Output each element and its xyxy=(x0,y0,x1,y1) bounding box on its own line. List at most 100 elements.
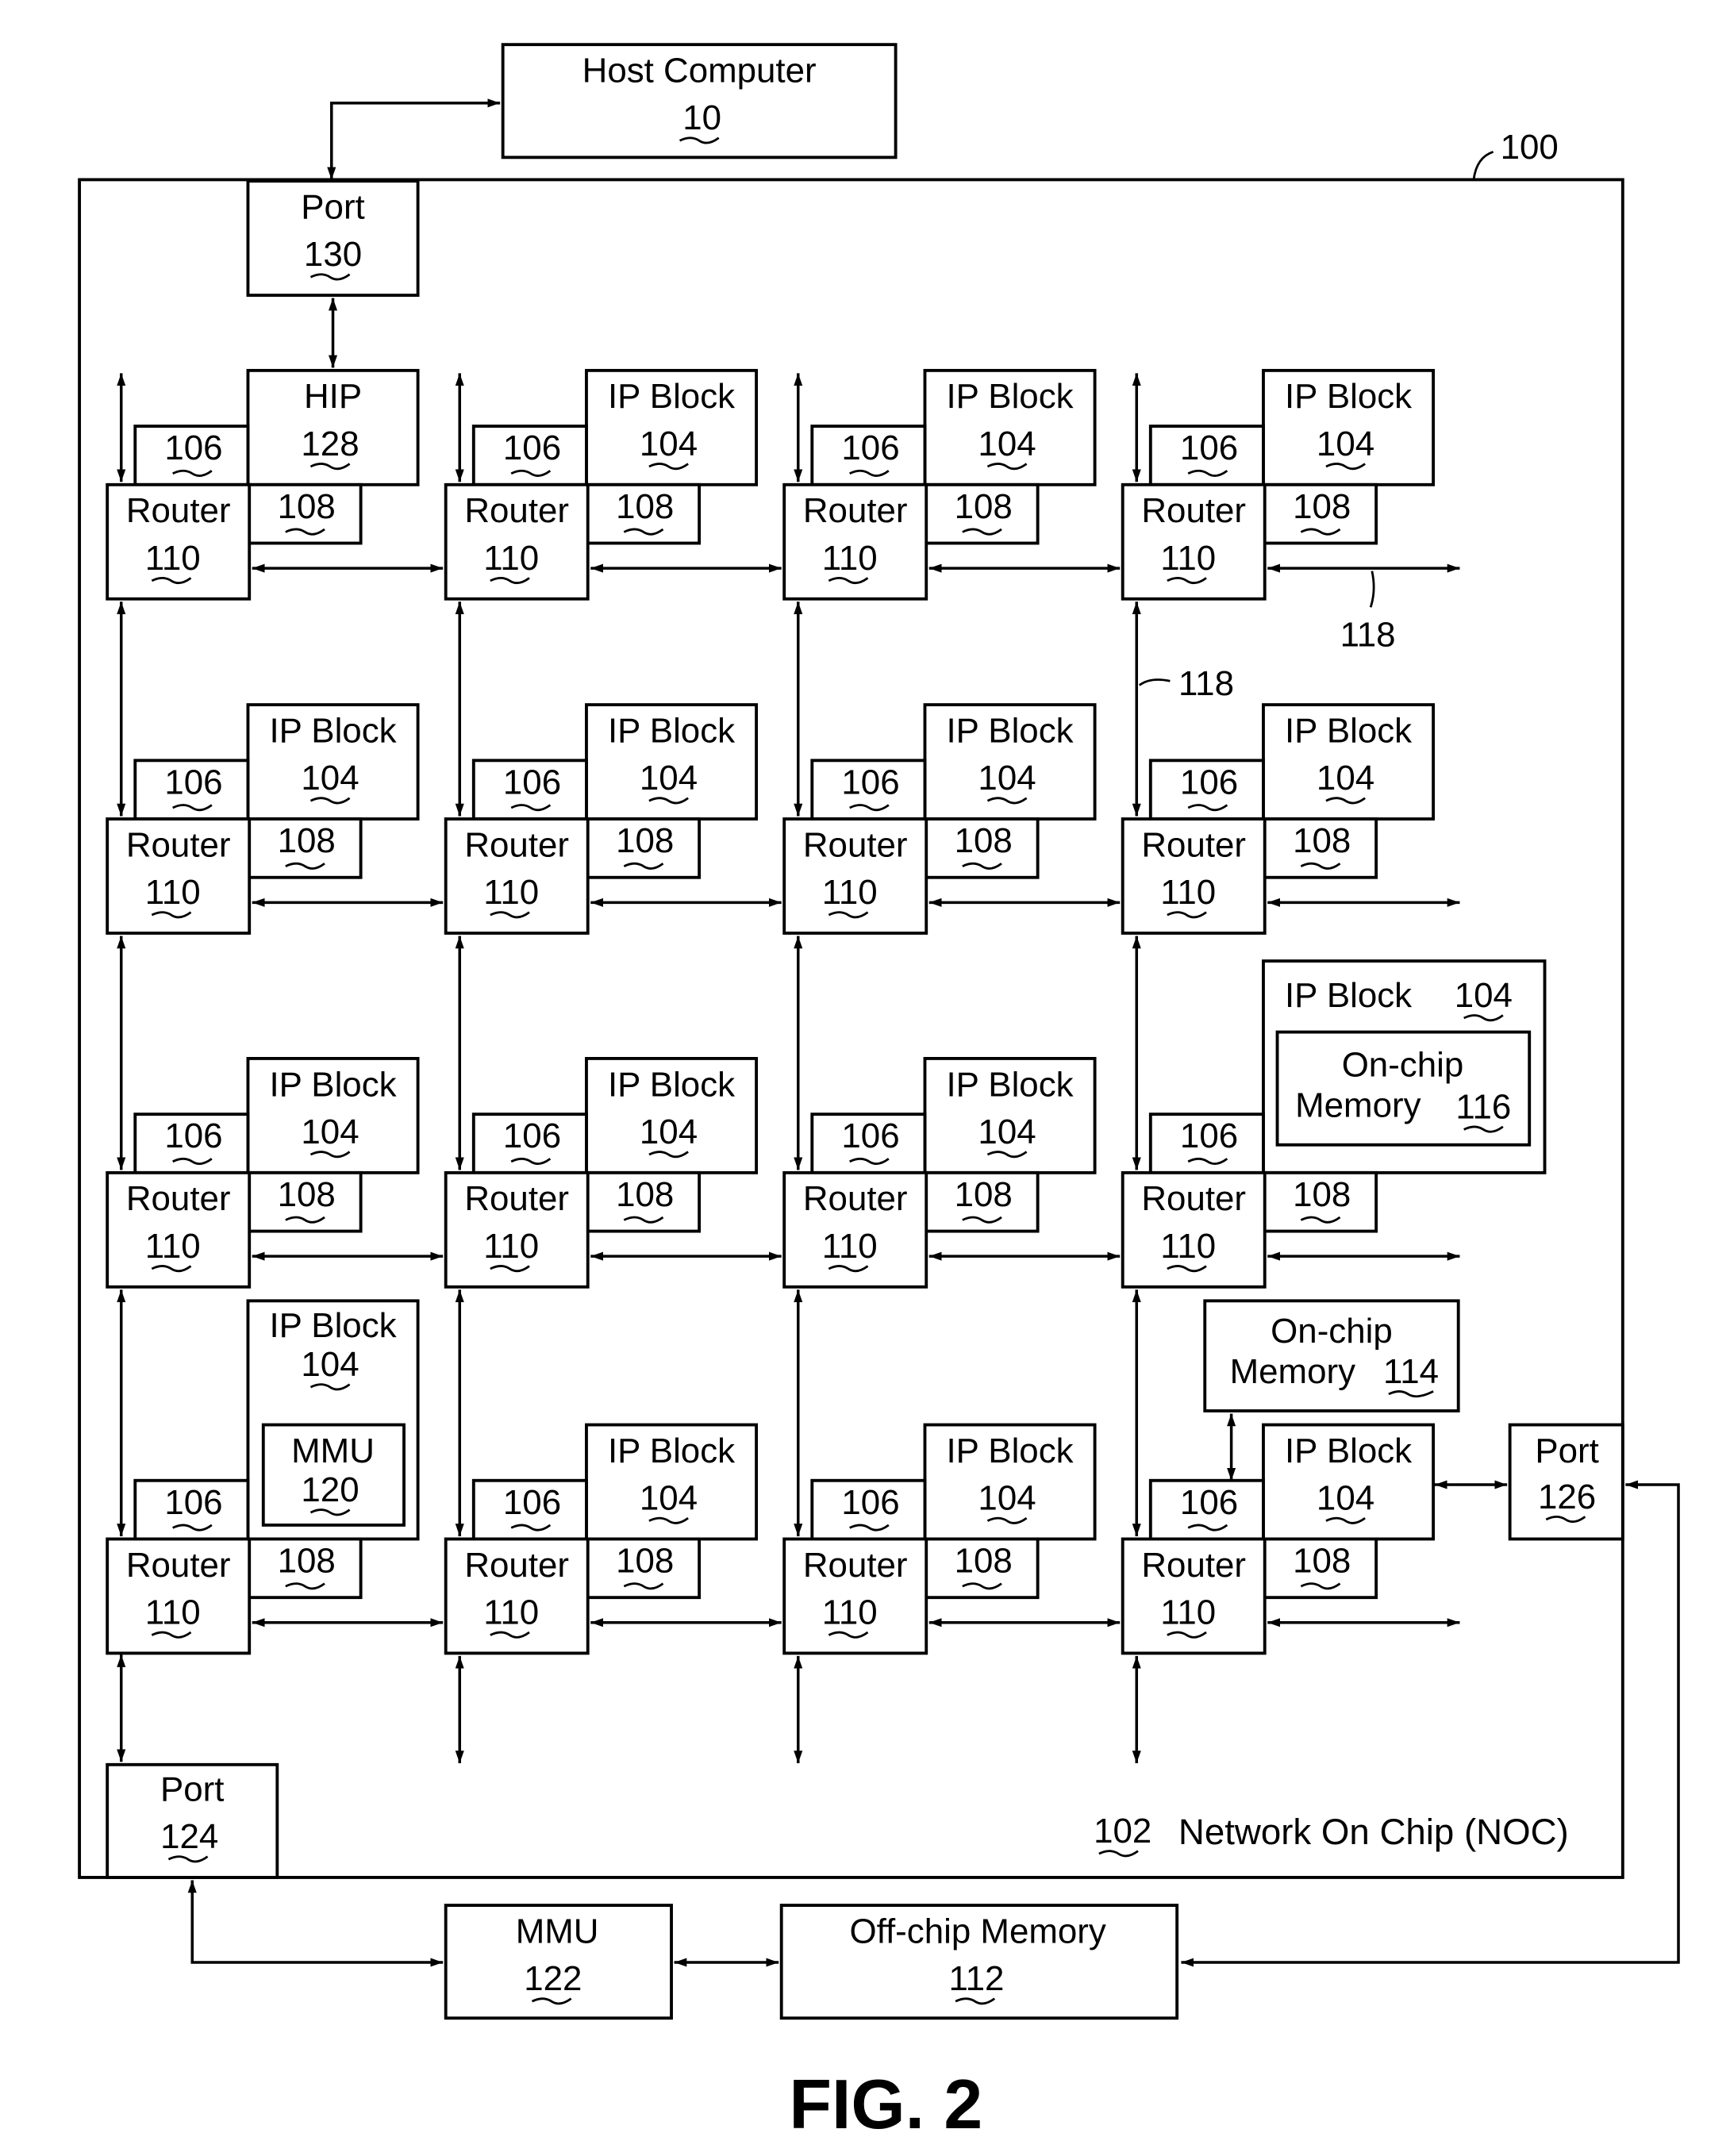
right-port-block: Port 126 xyxy=(1508,1423,1624,1541)
ip-block-label: IP Block xyxy=(946,1065,1073,1104)
memory-comm-ref: 106 xyxy=(841,763,899,801)
noc-ref: 102 xyxy=(1094,1812,1151,1850)
ip-block-label: IP Block xyxy=(608,1432,735,1470)
memory-comm-ref: 106 xyxy=(503,1483,561,1522)
memory-comm-ref: 106 xyxy=(1180,429,1238,467)
offchip-memory-block: Off-chip Memory 112 xyxy=(779,1904,1179,2020)
ip-block-ref: 104 xyxy=(1317,759,1374,797)
ip-block-ref: 104 xyxy=(978,425,1036,463)
onchip-114-line1: On-chip xyxy=(1271,1312,1393,1351)
offchip-memory-label: Off-chip Memory xyxy=(849,1912,1105,1950)
network-interface-ref: 108 xyxy=(616,1542,674,1581)
right-port-label: Port xyxy=(1535,1432,1598,1470)
noc-block-diagram: 100 Host Computer 10 Port 130 HIP 128 106 1… xyxy=(78,43,1680,2143)
ip-block-ref: 104 xyxy=(301,1345,359,1384)
port124-mmu-link xyxy=(187,1880,444,1967)
router-ref: 110 xyxy=(145,1227,201,1266)
router-label: Router xyxy=(126,1179,231,1218)
mmu-120-ref: 120 xyxy=(301,1470,359,1509)
router-label: Router xyxy=(1141,491,1246,530)
mem-port-label: Port xyxy=(160,1770,224,1808)
mmu-120-label: MMU xyxy=(291,1432,375,1470)
hip-ref: 128 xyxy=(301,425,359,463)
mem-port-ref: 124 xyxy=(160,1817,218,1856)
router-ref: 110 xyxy=(822,1593,878,1632)
ip-block-ref: 104 xyxy=(640,759,698,797)
external-mmu-ref: 122 xyxy=(524,1959,582,1998)
ip-block-ref: 104 xyxy=(640,1479,698,1518)
memory-comm-ref: 106 xyxy=(841,1483,899,1522)
memory-comm-ref: 106 xyxy=(1180,1483,1238,1522)
onchip-114-ref: 114 xyxy=(1383,1352,1439,1391)
network-interface-ref: 108 xyxy=(1293,1175,1351,1214)
ip-block-ref: 104 xyxy=(978,1113,1036,1151)
router-label: Router xyxy=(464,1179,569,1218)
memory-comm-ref: 106 xyxy=(503,763,561,801)
ip-block-label: IP Block xyxy=(269,1306,396,1345)
router-ref: 110 xyxy=(822,1227,878,1266)
router-label: Router xyxy=(1141,825,1246,864)
router-ref: 110 xyxy=(822,873,878,912)
memory-comm-ref: 106 xyxy=(164,763,222,801)
router-label: Router xyxy=(803,825,908,864)
router-ref: 110 xyxy=(1160,873,1216,912)
mem-port-block: Port 124 xyxy=(106,1762,279,1879)
offchip-memory-ref: 112 xyxy=(948,1959,1004,1998)
network-interface-ref: 108 xyxy=(1293,1542,1351,1581)
onchip-114-line2: Memory xyxy=(1230,1352,1355,1391)
network-interface-ref: 108 xyxy=(955,1542,1013,1581)
onchip-116-line2: Memory xyxy=(1295,1086,1421,1125)
router-label: Router xyxy=(464,1546,569,1585)
ip-block-ref: 104 xyxy=(640,425,698,463)
router-label: Router xyxy=(464,491,569,530)
ip-block-label: IP Block xyxy=(608,712,735,751)
router-ref: 110 xyxy=(145,1593,201,1632)
network-interface-ref: 108 xyxy=(616,487,674,526)
hip-label: HIP xyxy=(304,377,362,416)
memory-comm-ref: 106 xyxy=(1180,1116,1238,1155)
figure-caption: FIG. 2 xyxy=(789,2066,982,2143)
router-label: Router xyxy=(126,491,231,530)
ip-block-label: IP Block xyxy=(269,712,396,751)
router-ref: 110 xyxy=(1160,1593,1216,1632)
link-ref-leader xyxy=(1138,678,1171,686)
router-label: Router xyxy=(803,1179,908,1218)
ip-block-ref: 104 xyxy=(640,1113,698,1151)
router-label: Router xyxy=(464,825,569,864)
host-port-ref: 130 xyxy=(304,235,362,274)
router-ref: 110 xyxy=(483,1227,539,1266)
memory-comm-ref: 106 xyxy=(841,429,899,467)
router-ref: 110 xyxy=(1160,1227,1216,1266)
noc-label: Network On Chip (NOC) xyxy=(1178,1812,1569,1852)
network-interface-ref: 108 xyxy=(616,821,674,860)
ip-block-label: IP Block xyxy=(946,377,1073,416)
network-interface-ref: 108 xyxy=(1293,821,1351,860)
ip-block-ref: 104 xyxy=(978,759,1036,797)
network-interface-ref: 108 xyxy=(1293,487,1351,526)
ip-block-ref: 104 xyxy=(1455,976,1513,1015)
host-computer-block: Host Computer 10 xyxy=(501,43,898,159)
right-port-ref: 126 xyxy=(1538,1478,1596,1516)
memory-comm-ref: 106 xyxy=(164,1483,222,1522)
external-mmu-block: MMU 122 xyxy=(444,1904,673,2020)
system-ref-leader xyxy=(1472,150,1494,180)
ip-block-label: IP Block xyxy=(1285,1432,1412,1470)
network-interface-ref: 108 xyxy=(955,1175,1013,1214)
router-ref: 110 xyxy=(822,539,878,578)
memory-comm-ref: 106 xyxy=(1180,763,1238,801)
router-ref: 110 xyxy=(483,873,539,912)
router-label: Router xyxy=(803,491,908,530)
network-interface-ref: 108 xyxy=(278,1175,336,1214)
host-computer-label: Host Computer xyxy=(582,52,817,90)
router-label: Router xyxy=(1141,1546,1246,1585)
link-ref-leader xyxy=(1369,571,1375,608)
router-label: Router xyxy=(1141,1179,1246,1218)
ip-block-label: IP Block xyxy=(1285,377,1412,416)
system-ref-label: 100 xyxy=(1501,128,1559,167)
router-label: Router xyxy=(126,825,231,864)
ip-block-label: IP Block xyxy=(608,1065,735,1104)
memory-comm-ref: 106 xyxy=(164,1116,222,1155)
network-interface-ref: 108 xyxy=(616,1175,674,1214)
memory-comm-ref: 106 xyxy=(164,429,222,467)
ip-block-ref: 104 xyxy=(301,759,359,797)
